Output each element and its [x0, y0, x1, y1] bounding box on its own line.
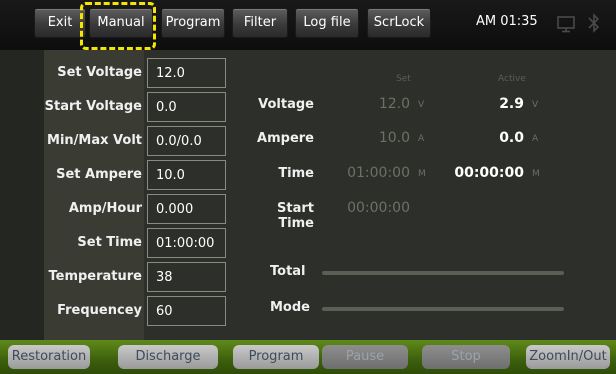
start-time-value: 00:00:00 — [347, 200, 410, 216]
time-set-unit: M — [418, 169, 426, 179]
active-column-header: Active — [498, 74, 526, 84]
voltage-label: Voltage — [258, 97, 314, 112]
bottom-action-bar: Restoration Discharge Program Pause Stop… — [0, 340, 616, 374]
voltage-active-unit: V — [532, 100, 539, 110]
voltage-active-value: 2.9 — [499, 96, 524, 112]
start-time-label: Start Time — [277, 201, 314, 231]
temperature-field[interactable]: 38 — [147, 262, 226, 292]
time-active-unit: M — [532, 169, 540, 179]
monitor-icon[interactable] — [556, 14, 576, 34]
left-stripe — [0, 50, 44, 340]
stop-button[interactable]: Stop — [422, 345, 510, 369]
manual-highlight-box — [80, 2, 156, 50]
set-voltage-field[interactable]: 12.0 — [147, 58, 226, 88]
pause-button[interactable]: Pause — [322, 345, 408, 369]
start-voltage-field[interactable]: 0.0 — [147, 92, 226, 122]
program-button[interactable]: Program — [161, 8, 225, 38]
set-time-label: Set Time — [77, 235, 142, 250]
ampere-active-unit: A — [532, 134, 539, 144]
set-ampere-label: Set Ampere — [56, 167, 142, 182]
main-panel: Set Voltage 12.0 Start Voltage 0.0 Min/M… — [0, 50, 616, 340]
set-column-header: Set — [396, 74, 411, 84]
frequency-field[interactable]: 60 — [147, 296, 226, 326]
temperature-label: Temperature — [48, 269, 142, 284]
mode-progress-track — [322, 307, 564, 311]
zoom-button[interactable]: ZoomIn/Out — [526, 345, 610, 369]
filter-button[interactable]: Filter — [232, 8, 288, 38]
ampere-set-value: 10.0 — [378, 130, 410, 146]
clock-display: AM 01:35 — [476, 14, 538, 29]
ampere-label: Ampere — [257, 131, 314, 146]
exit-button[interactable]: Exit — [34, 8, 86, 38]
log-file-button[interactable]: Log file — [295, 8, 359, 38]
time-set-value: 01:00:00 — [347, 165, 410, 181]
min-max-volt-field[interactable]: 0.0/0.0 — [147, 126, 226, 156]
frequency-label: Frequencey — [57, 303, 142, 318]
restoration-button[interactable]: Restoration — [8, 345, 90, 369]
set-ampere-field[interactable]: 10.0 — [147, 160, 226, 190]
total-progress-track — [322, 271, 564, 275]
top-toolbar: Exit Manual Program Filter Log file ScrL… — [0, 0, 616, 50]
amp-hour-field[interactable]: 0.000 — [147, 194, 226, 224]
scrlock-button[interactable]: ScrLock — [367, 8, 431, 38]
time-label: Time — [278, 166, 314, 181]
min-max-volt-label: Min/Max Volt — [47, 133, 142, 148]
set-time-field[interactable]: 01:00:00 — [147, 228, 226, 258]
ampere-set-unit: A — [418, 134, 425, 144]
total-label: Total — [270, 264, 306, 279]
time-active-value: 00:00:00 — [454, 165, 524, 181]
voltage-set-unit: V — [418, 100, 425, 110]
set-voltage-label: Set Voltage — [57, 65, 142, 80]
start-voltage-label: Start Voltage — [44, 99, 142, 114]
voltage-set-value: 12.0 — [378, 96, 410, 112]
program-start-button[interactable]: Program — [233, 345, 319, 369]
mode-label: Mode — [270, 300, 310, 315]
discharge-button[interactable]: Discharge — [118, 345, 218, 369]
bluetooth-icon[interactable] — [586, 12, 602, 34]
amp-hour-label: Amp/Hour — [68, 201, 142, 216]
ampere-active-value: 0.0 — [499, 130, 524, 146]
